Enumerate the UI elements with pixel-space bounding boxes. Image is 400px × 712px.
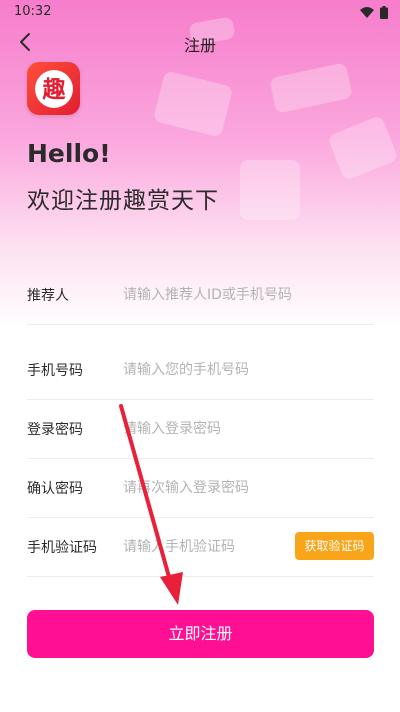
get-code-button[interactable]: 获取验证码 bbox=[295, 532, 374, 560]
decor-card bbox=[269, 62, 353, 114]
page-title: 注册 bbox=[183, 36, 216, 55]
status-bar: 10:32 bbox=[0, 0, 400, 24]
sms-code-input[interactable] bbox=[123, 530, 283, 564]
decor-card bbox=[152, 70, 234, 138]
phone-row: 手机号码 bbox=[27, 341, 374, 400]
decor-card bbox=[240, 160, 300, 220]
wifi-icon bbox=[360, 6, 374, 18]
confirm-password-input[interactable] bbox=[123, 471, 363, 505]
greeting: Hello! bbox=[27, 139, 111, 168]
register-button[interactable]: 立即注册 bbox=[27, 610, 374, 658]
sms-code-row: 手机验证码 获取验证码 bbox=[27, 518, 374, 577]
decor-card bbox=[327, 114, 399, 182]
logo-text: 趣 bbox=[41, 77, 66, 103]
sms-code-label: 手机验证码 bbox=[27, 540, 97, 556]
password-row: 登录密码 bbox=[27, 400, 374, 459]
referrer-row: 推荐人 bbox=[27, 266, 374, 325]
status-icons bbox=[360, 4, 388, 20]
battery-icon bbox=[380, 5, 388, 19]
password-label: 登录密码 bbox=[27, 422, 83, 438]
status-time: 10:32 bbox=[14, 4, 52, 19]
password-input[interactable] bbox=[123, 412, 363, 446]
referrer-label: 推荐人 bbox=[27, 288, 69, 304]
phone-label: 手机号码 bbox=[27, 363, 83, 379]
confirm-password-label: 确认密码 bbox=[27, 481, 83, 497]
confirm-password-row: 确认密码 bbox=[27, 459, 374, 518]
nav-bar: 注册 bbox=[0, 24, 400, 60]
app-logo: 趣 bbox=[27, 62, 80, 115]
phone-input[interactable] bbox=[123, 353, 363, 387]
referrer-input[interactable] bbox=[123, 278, 363, 312]
welcome-text: 欢迎注册趣赏天下 bbox=[27, 188, 219, 214]
logo-glyph: 趣 bbox=[34, 69, 73, 108]
